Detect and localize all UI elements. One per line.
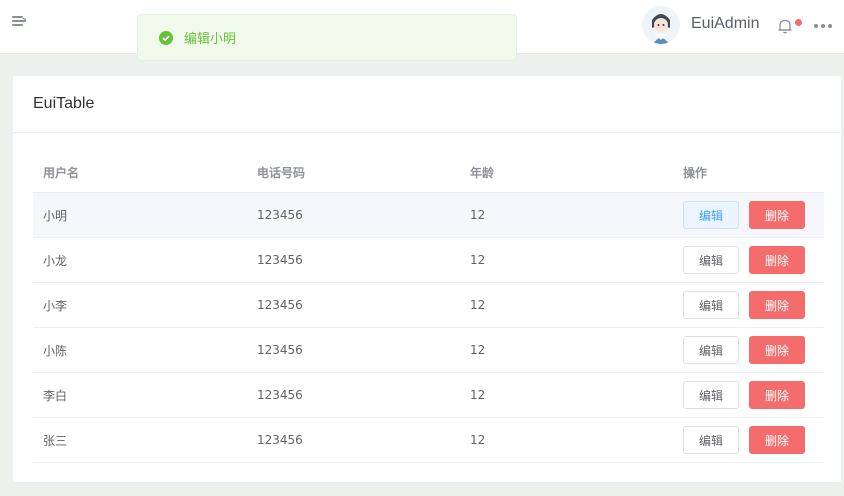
table-row[interactable]: 张三 123456 12 编辑 删除: [33, 418, 824, 463]
cell-age: 12: [470, 388, 486, 402]
delete-button[interactable]: 删除: [749, 426, 805, 454]
cell-username: 李白: [43, 388, 68, 403]
card-title: EuiTable: [33, 95, 95, 112]
card-header: EuiTable: [13, 76, 841, 133]
cell-phone: 123456: [257, 388, 303, 402]
notification-dot: [795, 19, 802, 26]
edit-button[interactable]: 编辑: [683, 291, 739, 319]
cell-username: 小李: [43, 298, 68, 313]
bell-icon[interactable]: [776, 17, 794, 35]
table-row[interactable]: 小明 123456 12 编辑 删除: [33, 193, 824, 238]
menu-toggle-icon[interactable]: [12, 16, 26, 28]
cell-phone: 123456: [257, 343, 303, 357]
cell-username: 小明: [43, 208, 68, 223]
cell-username: 小陈: [43, 343, 68, 358]
check-circle-icon: [159, 30, 173, 45]
table-row[interactable]: 李白 123456 12 编辑 删除: [33, 373, 824, 418]
delete-button[interactable]: 删除: [749, 291, 805, 319]
edit-button[interactable]: 编辑: [683, 246, 739, 274]
more-icon[interactable]: [814, 22, 832, 30]
delete-button[interactable]: 删除: [749, 381, 805, 409]
edit-button[interactable]: 编辑: [683, 336, 739, 364]
avatar[interactable]: [642, 6, 680, 44]
column-header-actions: 操作: [683, 166, 708, 180]
cell-age: 12: [470, 298, 486, 312]
cell-phone: 123456: [257, 298, 303, 312]
success-toast: 编辑小明: [137, 14, 517, 61]
cell-age: 12: [470, 208, 486, 222]
column-header-username: 用户名: [43, 166, 80, 180]
cell-phone: 123456: [257, 208, 303, 222]
username[interactable]: EuiAdmin: [691, 15, 759, 33]
cell-phone: 123456: [257, 253, 303, 267]
cell-age: 12: [470, 343, 486, 357]
table-card: EuiTable 用户名 电话号码 年龄 操作 小明 123456 12 编辑 …: [12, 75, 842, 483]
cell-age: 12: [470, 433, 486, 447]
table-row[interactable]: 小李 123456 12 编辑 删除: [33, 283, 824, 328]
cell-username: 小龙: [43, 253, 68, 268]
user-table: 用户名 电话号码 年龄 操作 小明 123456 12 编辑 删除 小龙 123…: [33, 153, 824, 463]
toast-message: 编辑小明: [184, 32, 237, 47]
delete-button[interactable]: 删除: [749, 336, 805, 364]
table-header: 用户名 电话号码 年龄 操作: [33, 153, 824, 193]
column-header-phone: 电话号码: [257, 166, 306, 180]
cell-username: 张三: [43, 433, 68, 448]
delete-button[interactable]: 删除: [749, 201, 805, 229]
table-row[interactable]: 小陈 123456 12 编辑 删除: [33, 328, 824, 373]
edit-button[interactable]: 编辑: [683, 426, 739, 454]
column-header-age: 年龄: [470, 166, 495, 180]
cell-phone: 123456: [257, 433, 303, 447]
edit-button[interactable]: 编辑: [683, 201, 739, 229]
table-row[interactable]: 小龙 123456 12 编辑 删除: [33, 238, 824, 283]
cell-age: 12: [470, 253, 486, 267]
delete-button[interactable]: 删除: [749, 246, 805, 274]
edit-button[interactable]: 编辑: [683, 381, 739, 409]
